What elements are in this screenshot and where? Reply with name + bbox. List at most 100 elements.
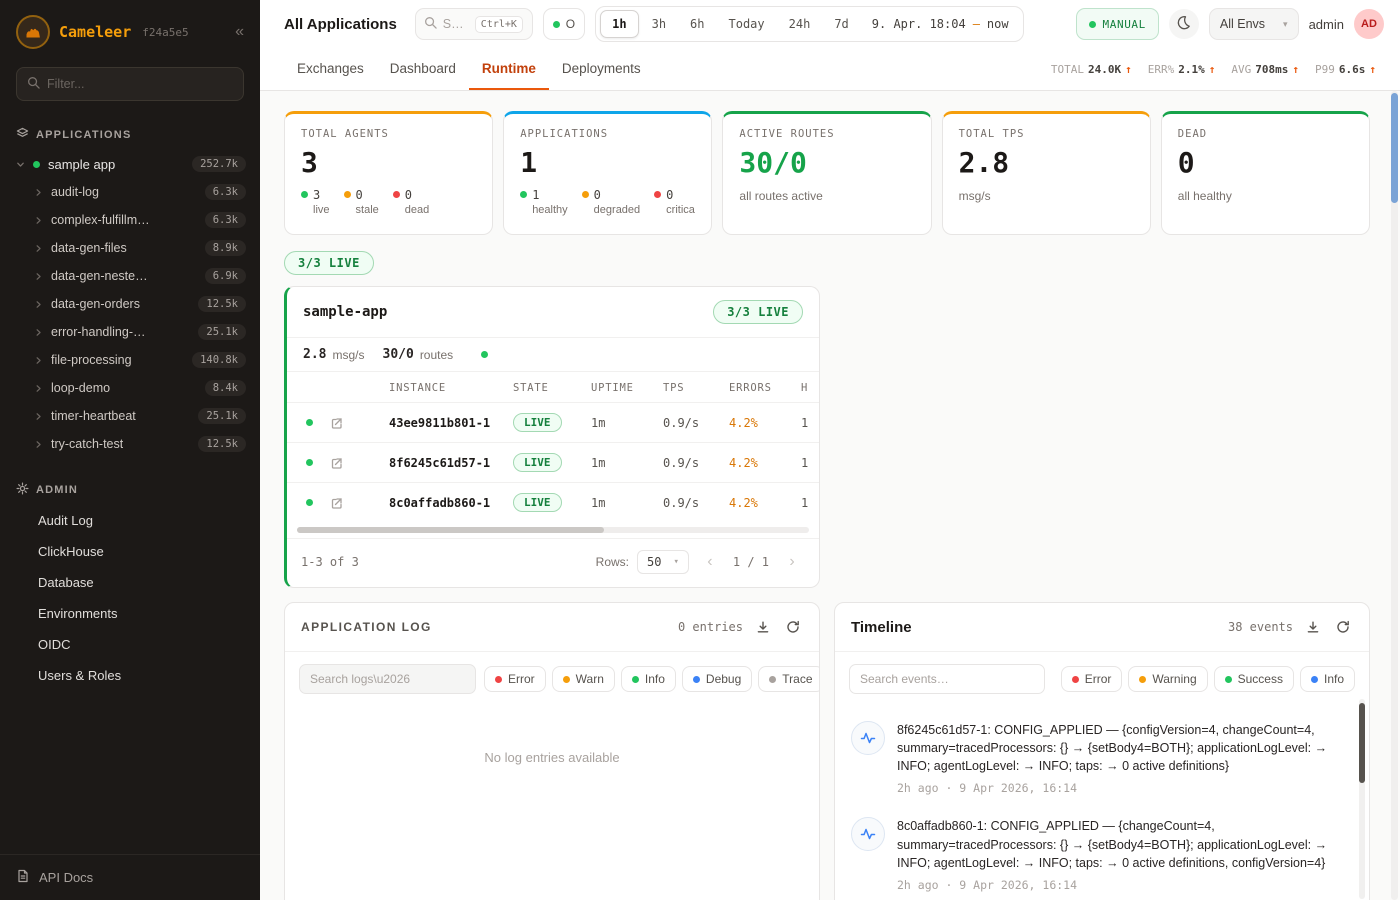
sidebar-item-error-handling[interactable]: error-handling-… 25.1k: [0, 318, 260, 346]
breakdown-critical: 0critical: [654, 188, 695, 218]
main-scrollbar[interactable]: [1391, 91, 1398, 900]
refresh-icon[interactable]: [1333, 617, 1353, 637]
download-icon[interactable]: [753, 617, 773, 637]
environment-select[interactable]: All Envs ▾: [1209, 8, 1299, 40]
time-range-6h[interactable]: 6h: [679, 11, 715, 37]
rows-per-page-select[interactable]: 50 ▾: [637, 550, 689, 574]
filter-chip-info[interactable]: Info: [621, 666, 676, 692]
filter-chip-error[interactable]: Error: [1061, 666, 1123, 692]
tab-exchanges[interactable]: Exchanges: [284, 48, 377, 90]
timeline-event[interactable]: 8c0affadb860-1: CONFIG_APPLIED — {change…: [851, 806, 1347, 900]
refresh-icon[interactable]: [783, 617, 803, 637]
sidebar-item-file-processing[interactable]: file-processing 140.8k: [0, 346, 260, 374]
breakdown-num: 0: [666, 188, 695, 204]
sidebar-item-sample-app[interactable]: sample app 252.7k: [0, 150, 260, 178]
errors-cell: 4.2%: [729, 496, 801, 510]
tab-runtime[interactable]: Runtime: [469, 48, 549, 90]
sidebar-item-complex-fulfillment[interactable]: complex-fulfillm… 6.3k: [0, 206, 260, 234]
stat-value: 2.8: [959, 148, 1134, 179]
admin-item-audit-log[interactable]: Audit Log: [0, 505, 260, 536]
sidebar-item-try-catch-test[interactable]: try-catch-test 12.5k: [0, 430, 260, 458]
timeline-search-input[interactable]: [849, 664, 1045, 694]
event-text: 8f6245c61d57-1: CONFIG_APPLIED — {config…: [897, 721, 1347, 775]
count-badge: 6.3k: [205, 212, 246, 228]
timeline-card: Timeline 38 events Error Warning Success…: [834, 602, 1370, 900]
table-body: 43ee9811b801-1 LIVE 1m 0.9/s 4.2% 1 8f62…: [287, 402, 820, 522]
prev-page-button[interactable]: ‹: [697, 549, 723, 575]
avatar[interactable]: AD: [1354, 9, 1384, 39]
table-row[interactable]: 43ee9811b801-1 LIVE 1m 0.9/s 4.2% 1: [287, 402, 820, 442]
admin-item-environments[interactable]: Environments: [0, 598, 260, 629]
dark-mode-toggle[interactable]: [1169, 9, 1199, 39]
download-icon[interactable]: [1303, 617, 1323, 637]
health-cell: 1: [801, 416, 820, 430]
next-page-button[interactable]: ›: [779, 549, 805, 575]
filter-chip-success[interactable]: Success: [1214, 666, 1294, 692]
time-range-today[interactable]: Today: [718, 11, 776, 37]
filter-chip-error[interactable]: Error: [484, 666, 546, 692]
filter-chip-warning[interactable]: Warning: [1128, 666, 1207, 692]
status-dot: [306, 499, 313, 506]
filter-chip-info[interactable]: Info: [1300, 666, 1355, 692]
sidebar-item-data-gen-nested[interactable]: data-gen-neste… 6.9k: [0, 262, 260, 290]
stat-title: DEAD: [1178, 128, 1353, 140]
sidebar-filter: [16, 67, 244, 101]
horizontal-scrollbar[interactable]: [297, 527, 809, 533]
admin-item-clickhouse[interactable]: ClickHouse: [0, 536, 260, 567]
tree-item-label: data-gen-neste…: [51, 269, 148, 283]
scrollbar-thumb[interactable]: [1359, 703, 1365, 783]
admin-item-users-roles[interactable]: Users & Roles: [0, 660, 260, 691]
filter-input[interactable]: [47, 77, 233, 91]
date-range-display[interactable]: 9. Apr. 18:04 — now: [862, 17, 1019, 31]
status-dot: [306, 419, 313, 426]
table-row[interactable]: 8c0affadb860-1 LIVE 1m 0.9/s 4.2% 1: [287, 482, 820, 522]
time-range-3h[interactable]: 3h: [641, 11, 677, 37]
time-range-24h[interactable]: 24h: [778, 11, 822, 37]
metric-p99: P99 6.6s ↑: [1315, 63, 1376, 76]
filter-chip-debug[interactable]: Debug: [682, 666, 752, 692]
instance-id: 43ee9811b801-1: [381, 416, 513, 430]
manual-status-dot: [1089, 21, 1096, 28]
sidebar-item-data-gen-files[interactable]: data-gen-files 8.9k: [0, 234, 260, 262]
stat-title: TOTAL TPS: [959, 128, 1134, 140]
metric-err: ERR% 2.1% ↑: [1148, 63, 1216, 76]
arrow-up-icon: ↑: [1209, 63, 1216, 76]
chip-label: Info: [645, 672, 665, 686]
admin-item-oidc[interactable]: OIDC: [0, 629, 260, 660]
live-indicator-toggle[interactable]: O: [543, 8, 585, 40]
status-dot: [582, 191, 589, 198]
table-row[interactable]: 8f6245c61d57-1 LIVE 1m 0.9/s 4.2% 1: [287, 442, 820, 482]
external-link-icon[interactable]: [331, 457, 381, 469]
log-search-input[interactable]: [299, 664, 476, 694]
count-badge: 8.4k: [205, 380, 246, 396]
tree-item-label: error-handling-…: [51, 325, 145, 339]
level-dot: [769, 676, 776, 683]
external-link-icon[interactable]: [331, 497, 381, 509]
tab-deployments[interactable]: Deployments: [549, 48, 654, 90]
time-range-7d[interactable]: 7d: [823, 11, 859, 37]
timeline-scrollbar[interactable]: [1359, 699, 1365, 899]
api-docs-link[interactable]: API Docs: [0, 854, 260, 900]
timeline-event[interactable]: 8f6245c61d57-1: CONFIG_APPLIED — {config…: [851, 710, 1347, 806]
external-link-icon[interactable]: [331, 417, 381, 429]
manual-mode-button[interactable]: MANUAL: [1076, 8, 1159, 40]
filter-chip-warn[interactable]: Warn: [552, 666, 615, 692]
admin-section-label: ADMIN: [36, 484, 78, 496]
tab-dashboard[interactable]: Dashboard: [377, 48, 469, 90]
count-badge: 6.9k: [205, 268, 246, 284]
sidebar-item-data-gen-orders[interactable]: data-gen-orders 12.5k: [0, 290, 260, 318]
table-header-row: INSTANCE STATE UPTIME TPS ERRORS H: [287, 372, 820, 402]
metric-value: 24.0K: [1088, 63, 1121, 76]
scrollbar-thumb[interactable]: [297, 527, 604, 533]
sidebar-item-audit-log[interactable]: audit-log 6.3k: [0, 178, 260, 206]
filter-chip-trace[interactable]: Trace: [758, 666, 820, 692]
sidebar-collapse-button[interactable]: «: [235, 24, 244, 40]
sidebar-item-timer-heartbeat[interactable]: timer-heartbeat 25.1k: [0, 402, 260, 430]
search-input[interactable]: [443, 17, 469, 31]
count-badge: 12.5k: [198, 436, 246, 452]
time-range-1h[interactable]: 1h: [600, 10, 638, 38]
admin-item-database[interactable]: Database: [0, 567, 260, 598]
search-icon: [27, 76, 40, 92]
scrollbar-thumb[interactable]: [1391, 93, 1398, 203]
sidebar-item-loop-demo[interactable]: loop-demo 8.4k: [0, 374, 260, 402]
